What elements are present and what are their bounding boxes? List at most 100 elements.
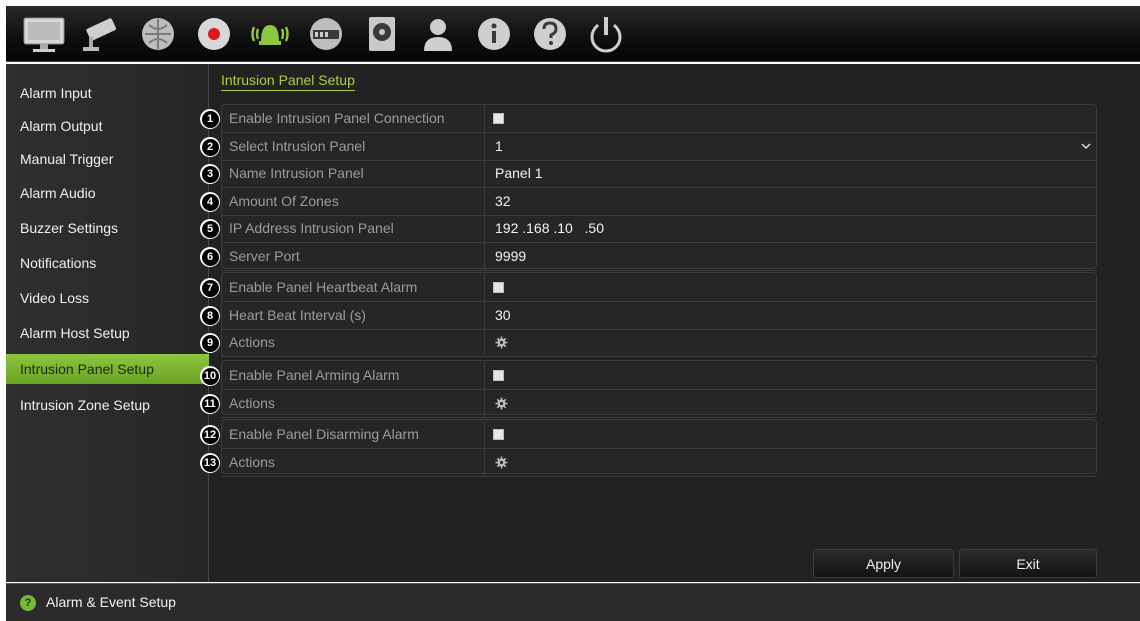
- row-label: Name Intrusion Panel: [221, 160, 485, 187]
- row-divider: [221, 356, 1097, 357]
- callout-number: 10: [200, 366, 220, 386]
- help-circle-icon: ?: [20, 595, 36, 611]
- row-label: Amount Of Zones: [221, 188, 485, 215]
- callout-number-text: 3: [201, 165, 219, 183]
- record-icon[interactable]: [190, 10, 238, 58]
- row-value[interactable]: 9999: [487, 243, 1097, 270]
- callout-number: 12: [200, 425, 220, 445]
- row-label: Enable Panel Heartbeat Alarm: [221, 274, 485, 301]
- row-select[interactable]: 1: [487, 133, 1097, 160]
- row-checkbox[interactable]: [493, 113, 504, 124]
- monitor-icon[interactable]: [20, 10, 68, 58]
- row-divider: [221, 476, 1097, 477]
- row-value[interactable]: Panel 1: [487, 160, 1097, 187]
- settings-row: 4 Amount Of Zones 32: [200, 188, 1097, 216]
- callout-number-text: 9: [201, 334, 219, 352]
- callout-number-text: 13: [201, 454, 219, 472]
- sidebar-item[interactable]: Intrusion Zone Setup: [6, 390, 209, 420]
- row-divider: [221, 417, 1097, 418]
- callout-number: 4: [200, 192, 220, 212]
- callout-number-text: 4: [201, 193, 219, 211]
- row-label: Enable Intrusion Panel Connection: [221, 105, 485, 132]
- row-value[interactable]: 32: [487, 188, 1097, 215]
- user-icon[interactable]: [414, 10, 462, 58]
- settings-row: 9 Actions: [200, 329, 1097, 357]
- callout-number-text: 8: [201, 307, 219, 325]
- sidebar-item[interactable]: Alarm Output: [6, 111, 209, 141]
- sidebar-item[interactable]: Alarm Audio: [6, 178, 209, 208]
- row-divider: [221, 270, 1097, 271]
- gear-icon[interactable]: [495, 397, 508, 410]
- gear-icon[interactable]: [495, 456, 508, 469]
- settings-row: 1 Enable Intrusion Panel Connection: [200, 105, 1097, 133]
- callout-number: 9: [200, 333, 220, 353]
- row-label: Server Port: [221, 243, 485, 270]
- row-label: Actions: [221, 329, 485, 356]
- sidebar-item[interactable]: Intrusion Panel Setup: [6, 354, 209, 384]
- status-bar: ? Alarm & Event Setup: [6, 583, 1140, 621]
- row-label: Enable Panel Disarming Alarm: [221, 421, 485, 448]
- row-value[interactable]: 192 .168 .10 .50: [487, 215, 1097, 242]
- row-checkbox[interactable]: [493, 429, 504, 440]
- callout-number: 3: [200, 164, 220, 184]
- row-label: Select Intrusion Panel: [221, 133, 485, 160]
- sidebar: Alarm Input Alarm Output Manual Trigger Ala…: [6, 64, 209, 582]
- help-icon[interactable]: [526, 10, 574, 58]
- sidebar-item[interactable]: Notifications: [6, 248, 209, 278]
- camera-icon[interactable]: [78, 10, 126, 58]
- sidebar-item[interactable]: Buzzer Settings: [6, 213, 209, 243]
- status-text: Alarm & Event Setup: [46, 594, 176, 610]
- row-value[interactable]: 30: [487, 302, 1097, 329]
- power-icon[interactable]: [582, 10, 630, 58]
- top-toolbar: [6, 6, 1140, 62]
- callout-number-text: 5: [201, 220, 219, 238]
- chevron-down-icon[interactable]: [1081, 142, 1091, 150]
- apply-button[interactable]: Apply: [813, 549, 954, 578]
- row-label: Enable Panel Arming Alarm: [221, 362, 485, 389]
- settings-row: 7 Enable Panel Heartbeat Alarm: [200, 274, 1097, 302]
- gear-icon[interactable]: [495, 336, 508, 349]
- callout-number-text: 11: [201, 395, 219, 413]
- exit-button[interactable]: Exit: [959, 549, 1097, 578]
- callout-number-text: 6: [201, 248, 219, 266]
- sidebar-item[interactable]: Alarm Input: [6, 78, 209, 108]
- settings-row: 6 Server Port 9999: [200, 243, 1097, 271]
- settings-row: 10 Enable Panel Arming Alarm: [200, 362, 1097, 390]
- info-icon[interactable]: [470, 10, 518, 58]
- callout-number: 11: [200, 394, 220, 414]
- settings-row: 3 Name Intrusion Panel Panel 1: [200, 160, 1097, 188]
- callout-number: 1: [200, 109, 220, 129]
- callout-number: 8: [200, 306, 220, 326]
- hdd-icon[interactable]: [358, 10, 406, 58]
- sidebar-item[interactable]: Manual Trigger: [6, 144, 209, 174]
- row-label: Heart Beat Interval (s): [221, 302, 485, 329]
- settings-row: 11 Actions: [200, 390, 1097, 418]
- sidebar-item[interactable]: Video Loss: [6, 283, 209, 313]
- callout-number-text: 12: [201, 426, 219, 444]
- network-icon[interactable]: [134, 10, 182, 58]
- settings-row: 12 Enable Panel Disarming Alarm: [200, 421, 1097, 449]
- callout-number-text: 2: [201, 138, 219, 156]
- callout-number-text: 10: [201, 367, 219, 385]
- row-checkbox[interactable]: [493, 370, 504, 381]
- callout-number-text: 1: [201, 110, 219, 128]
- device-icon[interactable]: [302, 10, 350, 58]
- settings-row: 5 IP Address Intrusion Panel 192 .168 .10 …: [200, 215, 1097, 243]
- settings-row: 13 Actions: [200, 449, 1097, 477]
- settings-row: 2 Select Intrusion Panel 1: [200, 133, 1097, 161]
- callout-number-text: 7: [201, 279, 219, 297]
- callout-number: 6: [200, 247, 220, 267]
- callout-number: 5: [200, 219, 220, 239]
- main-panel: Intrusion Panel Setup 1 Enable Intrusion …: [200, 64, 1140, 582]
- alarm-icon[interactable]: [246, 10, 294, 58]
- page-title: Intrusion Panel Setup: [221, 72, 355, 91]
- callout-number: 2: [200, 137, 220, 157]
- callout-number: 7: [200, 278, 220, 298]
- row-label: IP Address Intrusion Panel: [221, 215, 485, 242]
- settings-row: 8 Heart Beat Interval (s) 30: [200, 302, 1097, 330]
- sidebar-item[interactable]: Alarm Host Setup: [6, 318, 209, 348]
- row-label: Actions: [221, 390, 485, 417]
- callout-number: 13: [200, 453, 220, 473]
- row-label: Actions: [221, 449, 485, 476]
- row-checkbox[interactable]: [493, 282, 504, 293]
